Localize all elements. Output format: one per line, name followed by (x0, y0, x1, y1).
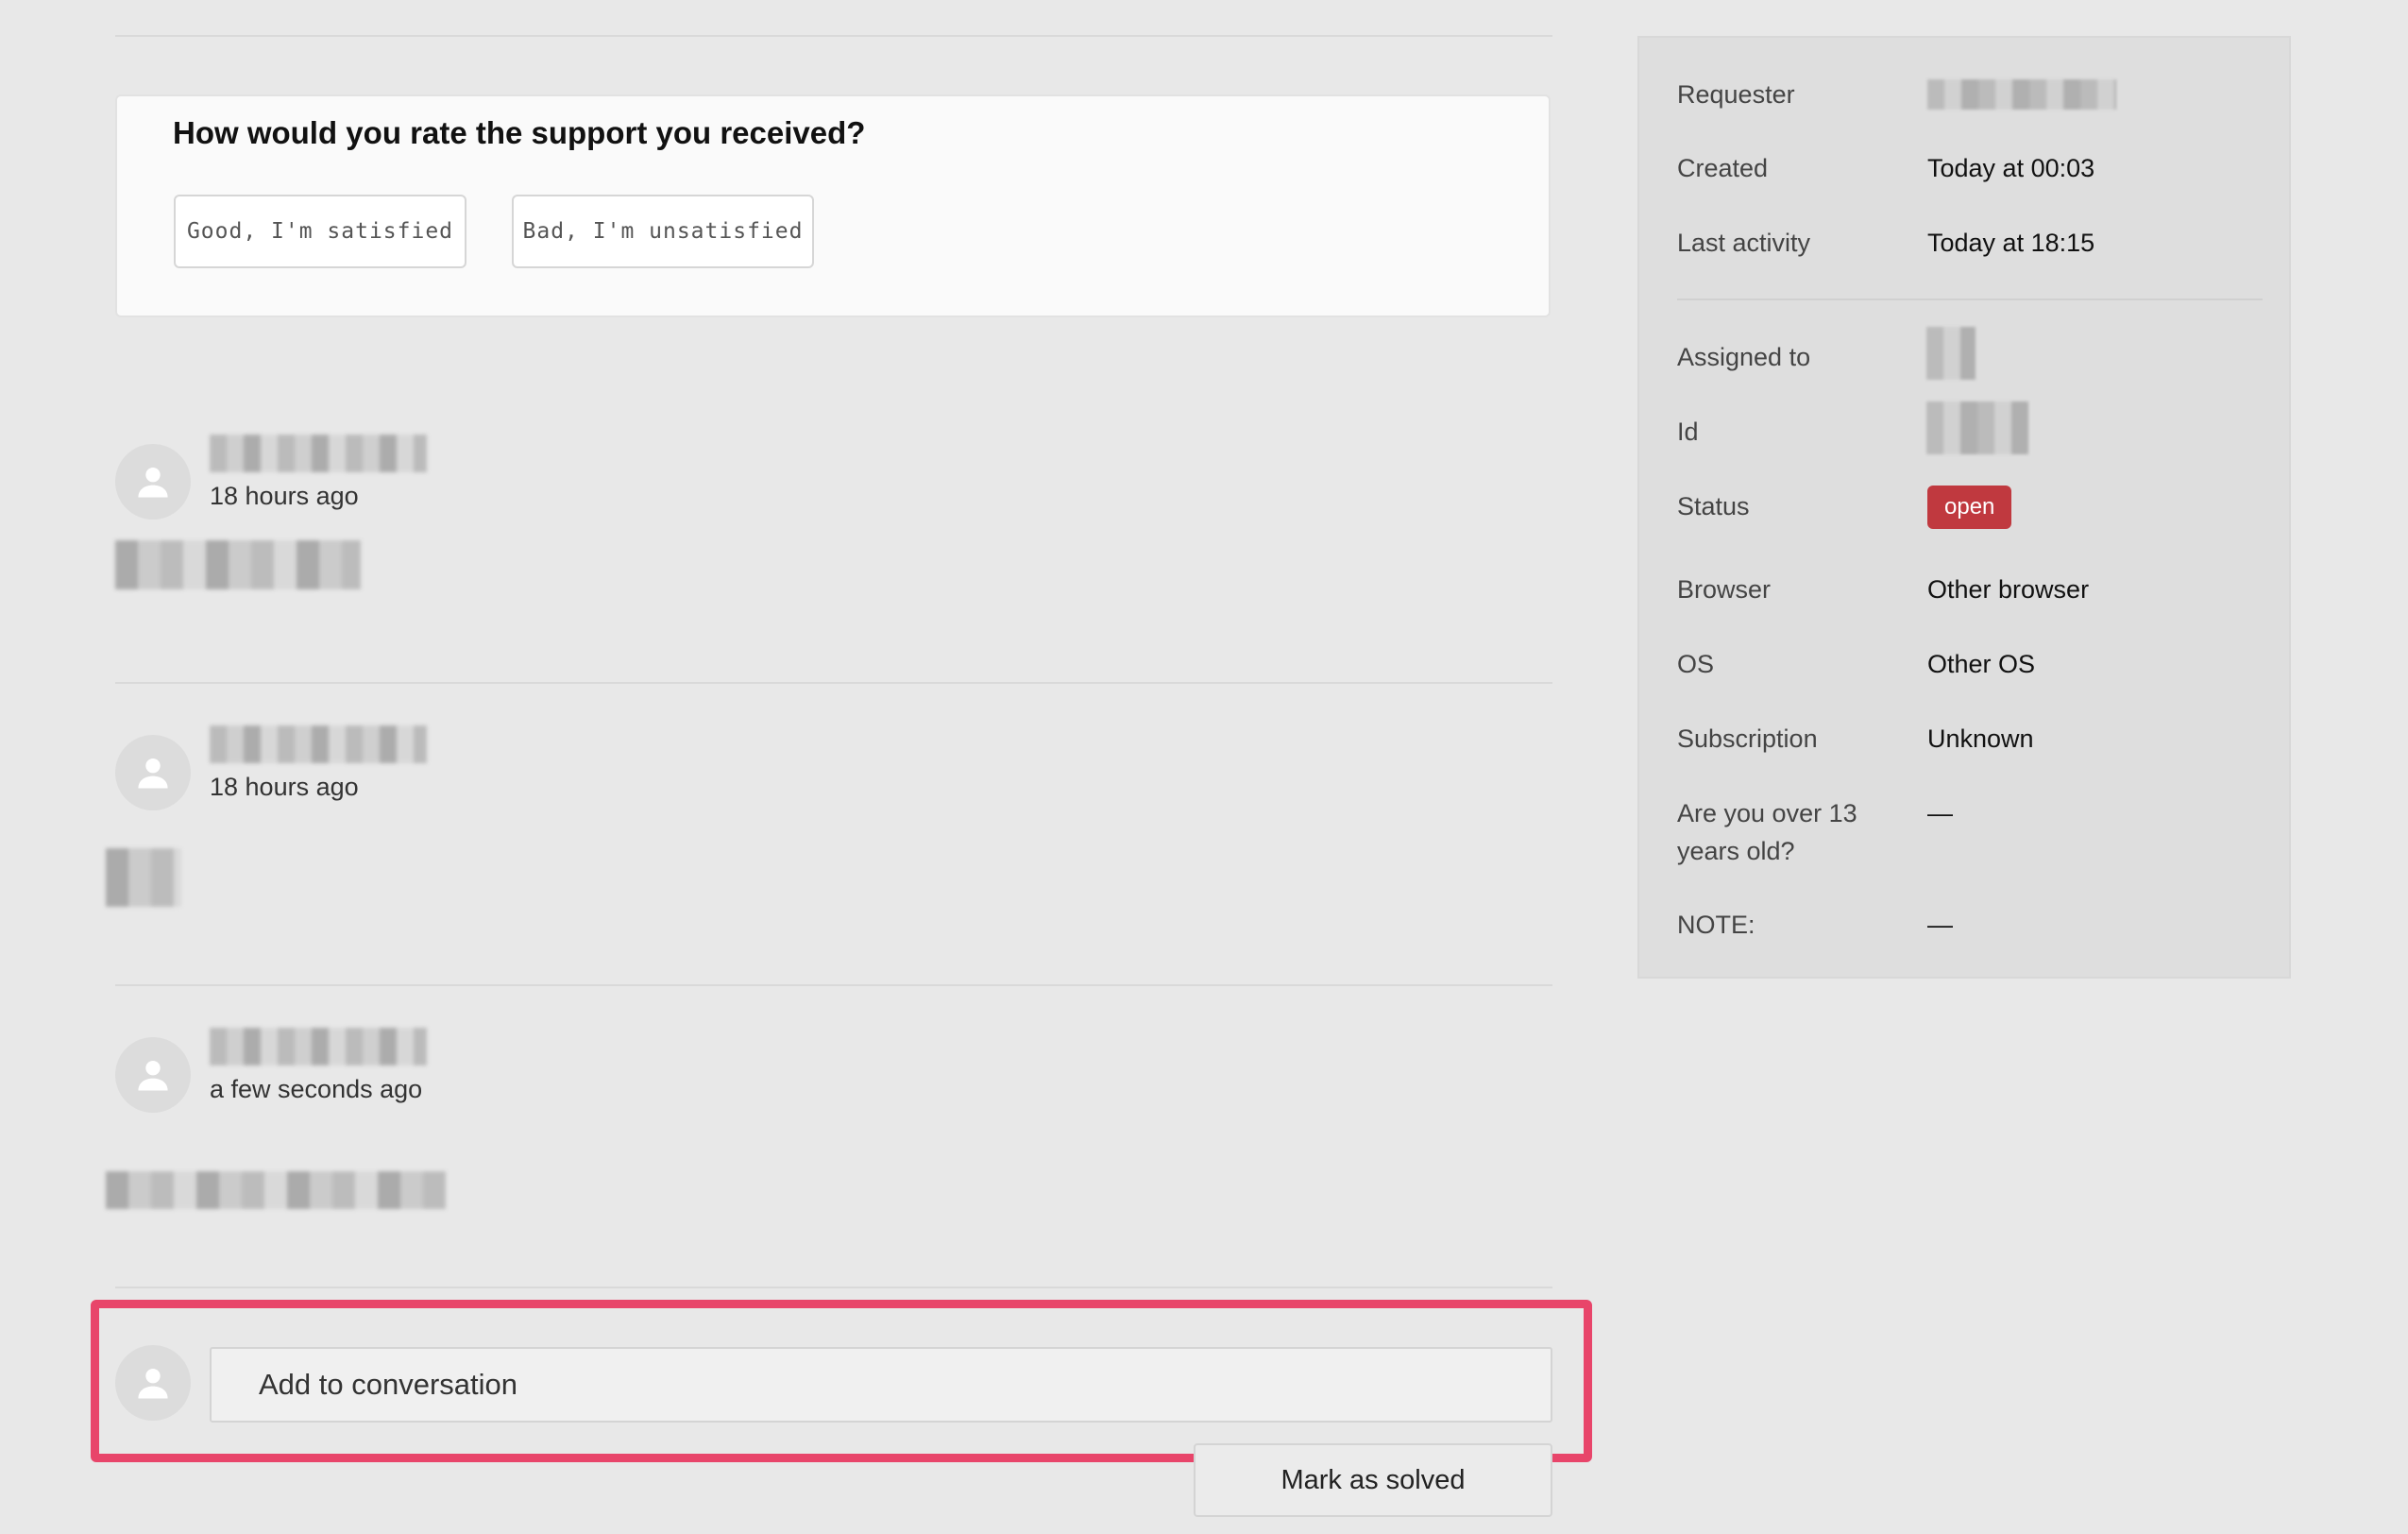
author-name-redacted (210, 435, 427, 472)
age-label: Are you over 13 years old? (1677, 799, 1857, 865)
message-body-redacted (106, 1171, 446, 1209)
divider (115, 984, 1552, 986)
note-label: NOTE: (1677, 911, 1755, 939)
os-label: OS (1677, 650, 1715, 678)
last-activity-label: Last activity (1677, 229, 1811, 257)
avatar (115, 735, 191, 810)
message-body-redacted (115, 540, 361, 589)
status-label: Status (1677, 492, 1750, 520)
rating-question: How would you rate the support you recei… (173, 115, 866, 150)
browser-label: Browser (1677, 575, 1772, 604)
avatar (115, 1037, 191, 1113)
id-value-redacted (1926, 401, 2028, 454)
last-activity-value: Today at 18:15 (1927, 229, 2095, 257)
message-body-redacted (106, 848, 181, 907)
id-label: Id (1677, 418, 1699, 446)
subscription-label: Subscription (1677, 724, 1818, 753)
divider (1677, 298, 2263, 300)
subscription-value: Unknown (1927, 724, 2034, 753)
message-timestamp: 18 hours ago (210, 482, 359, 510)
requester-value-redacted (1927, 79, 2116, 110)
divider (115, 35, 1552, 37)
author-name-redacted (210, 1028, 427, 1065)
assigned-value-redacted (1926, 327, 1976, 380)
ticket-details-sidebar: Requester Created Today at 00:03 Last ac… (1637, 36, 2291, 979)
note-value: — (1927, 911, 1953, 939)
divider (115, 682, 1552, 684)
os-value: Other OS (1927, 650, 2036, 678)
good-satisfied-button[interactable]: Good, I'm satisfied (174, 195, 466, 268)
message-timestamp: a few seconds ago (210, 1075, 423, 1103)
highlight-box (91, 1300, 1592, 1462)
created-label: Created (1677, 154, 1769, 182)
avatar (115, 444, 191, 520)
user-icon (138, 1060, 168, 1091)
created-value: Today at 00:03 (1927, 154, 2095, 182)
user-icon (138, 758, 168, 789)
divider (115, 1287, 1552, 1288)
message-timestamp: 18 hours ago (210, 773, 359, 801)
requester-label: Requester (1677, 80, 1795, 109)
browser-value: Other browser (1927, 575, 2090, 604)
user-icon (138, 467, 168, 498)
age-value: — (1927, 799, 1953, 827)
author-name-redacted (210, 725, 427, 763)
assigned-label: Assigned to (1677, 343, 1811, 371)
bad-unsatisfied-button[interactable]: Bad, I'm unsatisfied (512, 195, 814, 268)
mark-as-solved-button[interactable]: Mark as solved (1194, 1443, 1552, 1517)
status-badge: open (1927, 486, 2012, 529)
